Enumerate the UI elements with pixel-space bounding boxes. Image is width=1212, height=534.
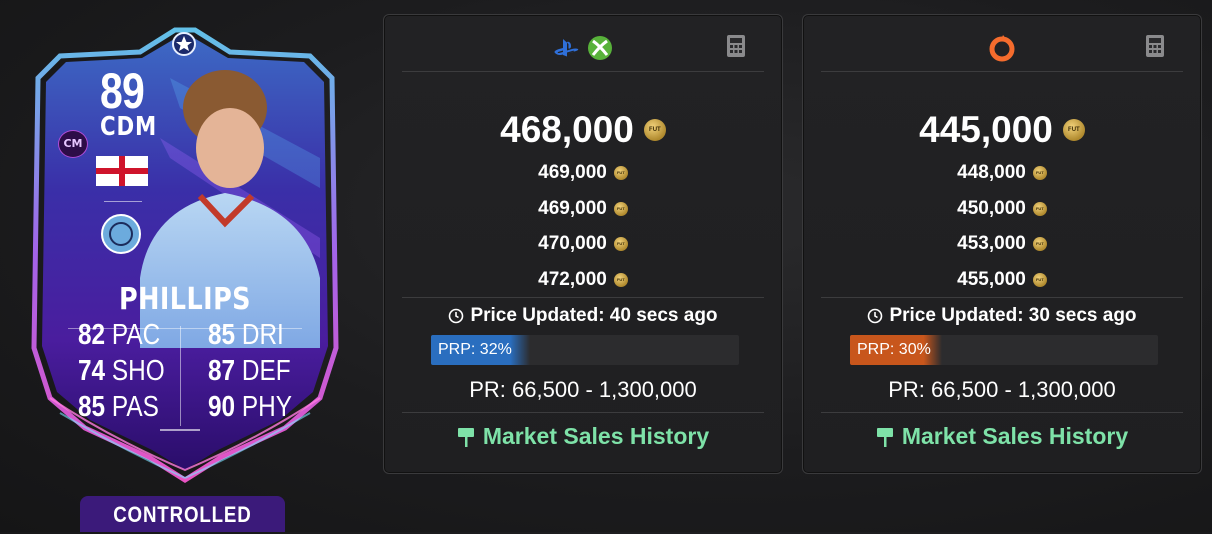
prp-bar: PRP: 32% (431, 335, 739, 365)
coin-icon: FUT (613, 202, 628, 216)
coin-icon: FUT (643, 119, 666, 141)
sign-icon (876, 427, 893, 447)
divider (402, 297, 764, 298)
platform-icons (803, 33, 1201, 63)
controlled-badge: CONTROLLED (80, 496, 285, 532)
stat-dri: 85 DRI (208, 319, 284, 351)
lower-price: 469,000 FUT (384, 198, 782, 220)
lower-price: 448,000 FUT (803, 162, 1201, 184)
current-price: 445,000 FUT (803, 109, 1201, 151)
console-price-panel: 468,000 FUT 469,000 FUT 469,000 FUT 470,000… (383, 14, 783, 474)
clock-icon (449, 308, 464, 324)
pc-price-panel: 445,000 FUT 448,000 FUT 450,000 FUT 453,000… (802, 14, 1202, 474)
price-updated-status: Price Updated: 40 secs ago (384, 305, 782, 327)
price-range: PR: 66,500 - 1,300,000 (888, 377, 1116, 402)
lower-price: 469,000 FUT (384, 162, 782, 184)
stat-phy: 90 PHY (208, 391, 292, 423)
calculator-icon[interactable] (1145, 34, 1165, 58)
prp-label: PRP: 30% (857, 341, 931, 358)
divider (821, 297, 1183, 298)
player-rating: 89 (100, 63, 145, 119)
stat-divider (180, 326, 181, 426)
lower-price: 472,000 FUT (384, 269, 782, 291)
playstation-icon (554, 39, 579, 57)
clock-icon (868, 308, 883, 324)
market-sales-history-link[interactable]: Market Sales History (803, 423, 1201, 450)
divider (402, 71, 764, 72)
coin-icon: FUT (613, 237, 628, 251)
divider (160, 429, 200, 431)
coin-icon: FUT (613, 166, 628, 180)
divider (402, 412, 764, 413)
stat-sho: 74 SHO (78, 355, 165, 387)
divider (821, 412, 1183, 413)
divider (104, 201, 142, 202)
stat-def: 87 DEF (208, 355, 291, 387)
player-position: CDM (100, 112, 158, 142)
alt-position-badge: CM (58, 130, 88, 158)
sign-icon (457, 427, 474, 447)
price-range: PR: 66,500 - 1,300,000 (469, 377, 697, 402)
coin-icon: FUT (613, 273, 628, 287)
lower-price: 453,000 FUT (803, 233, 1201, 255)
divider (821, 71, 1183, 72)
coin-icon: FUT (1032, 237, 1047, 251)
player-card[interactable]: 89 CM CDM PHILLIPS 82 PAC 74 SHO 85 PAS … (20, 18, 350, 488)
current-price: 468,000 FUT (384, 109, 782, 151)
lower-price: 450,000 FUT (803, 198, 1201, 220)
prp-bar: PRP: 30% (850, 335, 1158, 365)
coin-icon: FUT (1062, 119, 1085, 141)
price-updated-status: Price Updated: 30 secs ago (803, 305, 1201, 327)
prp-label: PRP: 32% (438, 341, 512, 358)
calculator-icon[interactable] (726, 34, 746, 58)
xbox-icon (588, 36, 612, 60)
origin-icon (989, 35, 1015, 62)
coin-icon: FUT (1032, 166, 1047, 180)
coin-icon: FUT (1032, 202, 1047, 216)
stat-pas: 85 PAS (78, 391, 159, 423)
market-sales-history-link[interactable]: Market Sales History (384, 423, 782, 450)
club-badge-icon (101, 214, 141, 254)
lower-price: 470,000 FUT (384, 233, 782, 255)
england-flag-icon (96, 156, 148, 186)
player-name: PHILLIPS (119, 282, 251, 317)
stat-pac: 82 PAC (78, 319, 161, 351)
lower-price: 455,000 FUT (803, 269, 1201, 291)
coin-icon: FUT (1032, 273, 1047, 287)
platform-icons (384, 33, 782, 63)
